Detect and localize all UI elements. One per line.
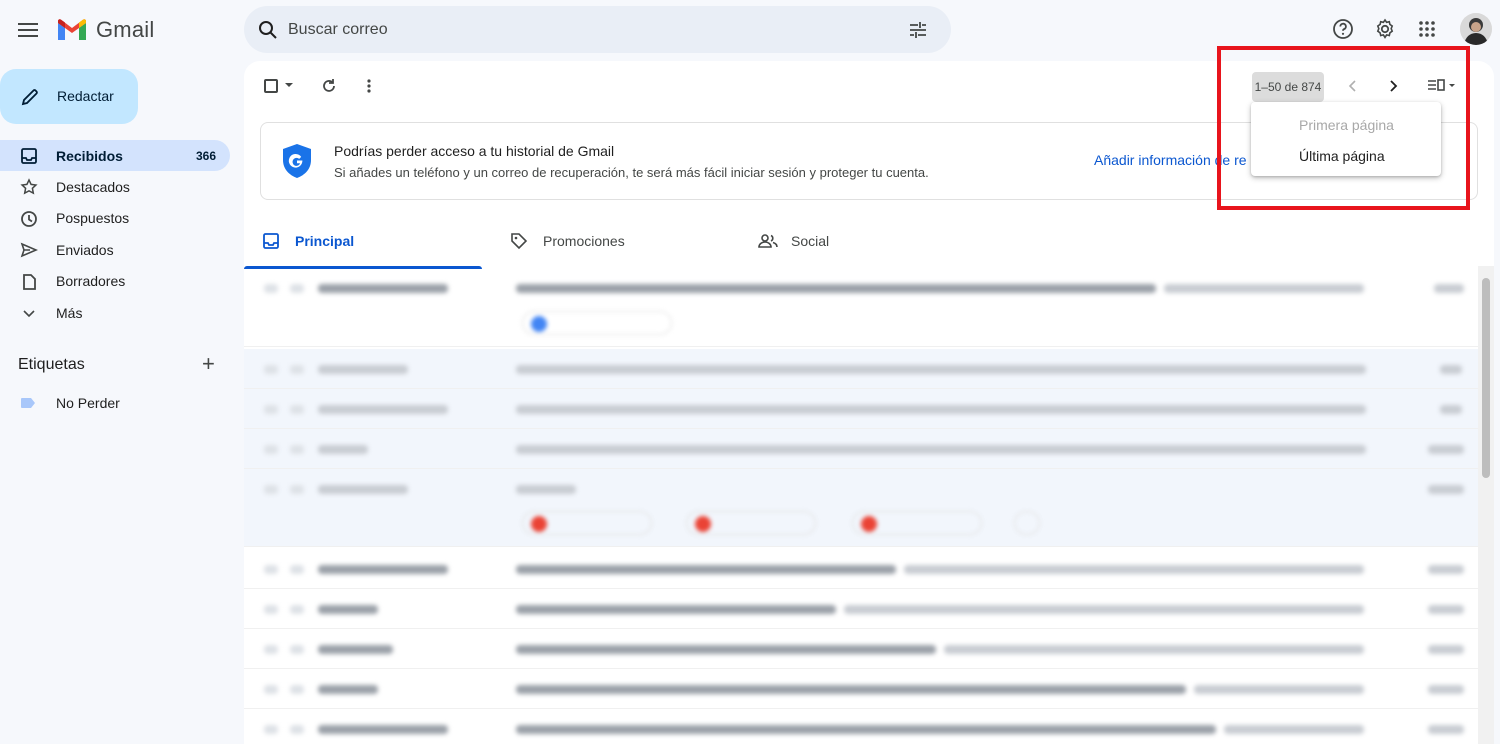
compose-button[interactable]: Redactar: [0, 69, 138, 124]
settings-gear-icon[interactable]: [1372, 16, 1398, 42]
labels-title: Etiquetas: [18, 356, 85, 373]
tab-label: Social: [791, 233, 830, 249]
google-shield-icon: [283, 144, 311, 178]
label-tag-icon: [21, 398, 35, 408]
sidebar-item-label: Borradores: [56, 273, 126, 290]
search-options-icon[interactable]: [908, 20, 928, 40]
sidebar-item-pospuestos[interactable]: Pospuestos: [0, 203, 230, 234]
email-row[interactable]: [244, 349, 1482, 389]
search-input[interactable]: [288, 18, 888, 42]
select-caret-icon[interactable]: [285, 81, 293, 89]
email-list-scrollbar[interactable]: [1478, 266, 1494, 744]
send-icon: [20, 242, 38, 258]
main-menu-icon[interactable]: [14, 16, 42, 44]
gmail-m-icon: [58, 19, 86, 40]
add-label-button[interactable]: +: [202, 353, 215, 375]
email-row[interactable]: [244, 549, 1482, 589]
compose-label: Redactar: [57, 88, 114, 104]
email-row[interactable]: [244, 669, 1482, 709]
email-list: [244, 269, 1482, 744]
email-row[interactable]: [244, 589, 1482, 629]
more-options-icon[interactable]: [360, 77, 378, 95]
sidebar-item-label: Más: [56, 304, 83, 321]
apps-grid-icon[interactable]: [1414, 16, 1440, 42]
select-all-checkbox[interactable]: [264, 79, 278, 93]
email-row[interactable]: [244, 429, 1482, 469]
tab-principal[interactable]: Principal: [244, 219, 482, 269]
tab-social[interactable]: Social: [740, 219, 978, 269]
label-name: No Perder: [56, 395, 120, 411]
tab-label: Principal: [295, 233, 355, 249]
annotation-highlight-box: [1217, 46, 1470, 210]
email-row[interactable]: [244, 469, 1482, 547]
sidebar-item-enviados[interactable]: Enviados: [0, 234, 230, 265]
search-icon[interactable]: [258, 20, 278, 40]
email-row[interactable]: [244, 629, 1482, 669]
sidebar-item-label: Destacados: [56, 179, 130, 196]
tag-icon: [511, 233, 528, 250]
unread-count: 366: [195, 148, 216, 163]
sidebar-item-label: Pospuestos: [56, 210, 130, 227]
sidebar-item-label: Recibidos: [56, 147, 123, 164]
sidebar-nav: Recibidos 366 Destacados Pospuestos Envi…: [0, 140, 230, 328]
labels-header: Etiquetas +: [18, 353, 228, 378]
category-tabs: Principal Promociones Social: [244, 219, 1494, 269]
sidebar-item-recibidos[interactable]: Recibidos 366: [0, 140, 230, 172]
app-name: Gmail: [96, 17, 155, 42]
inbox-icon: [21, 148, 37, 164]
tab-promociones[interactable]: Promociones: [492, 219, 730, 269]
pencil-icon: [21, 89, 38, 106]
email-row[interactable]: [244, 389, 1482, 429]
help-icon[interactable]: [1330, 16, 1356, 42]
account-avatar[interactable]: [1460, 13, 1492, 45]
label-item-no-perder[interactable]: No Perder: [0, 392, 230, 414]
banner-title: Podrías perder acceso a tu historial de …: [334, 143, 615, 159]
inbox-icon: [263, 233, 279, 249]
star-icon: [20, 178, 38, 195]
sidebar-item-destacados[interactable]: Destacados: [0, 171, 230, 202]
email-row[interactable]: [244, 269, 1482, 347]
people-icon: [758, 234, 778, 248]
banner-subtitle: Si añades un teléfono y un correo de rec…: [334, 165, 929, 180]
email-row[interactable]: [244, 709, 1482, 744]
sidebar-item-label: Enviados: [56, 241, 114, 258]
clock-icon: [21, 210, 37, 227]
search-bar[interactable]: [244, 6, 951, 53]
chevron-down-icon: [23, 310, 35, 318]
scrollbar-thumb[interactable]: [1482, 278, 1490, 478]
sidebar-item-mas[interactable]: Más: [0, 297, 230, 328]
gmail-logo[interactable]: Gmail: [56, 17, 154, 43]
refresh-icon[interactable]: [320, 77, 338, 95]
draft-icon: [23, 273, 36, 290]
sidebar-item-borradores[interactable]: Borradores: [0, 266, 230, 297]
tab-label: Promociones: [543, 233, 625, 249]
